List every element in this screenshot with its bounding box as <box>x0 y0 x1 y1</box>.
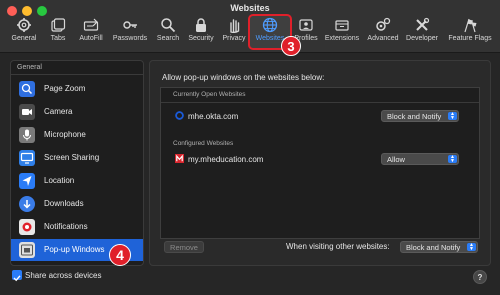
gears-icon <box>376 17 391 31</box>
tab-label: Passwords <box>112 35 148 42</box>
wrench-icon <box>416 17 430 31</box>
tab-label: Tabs <box>50 35 66 42</box>
sidebar-item-label: Pop-up Windows <box>44 245 105 254</box>
step-3-badge: 3 <box>281 36 301 56</box>
sidebar: General Page Zoom Camera Microphone Scre… <box>10 60 144 266</box>
site-name: mhe.okta.com <box>188 112 239 121</box>
other-websites-setting-select[interactable]: Block and Notify ▲ ▼ <box>400 241 478 253</box>
tab-label: Privacy <box>222 35 246 42</box>
location-icon <box>19 173 35 189</box>
tab-tabs[interactable]: Tabs <box>44 17 72 47</box>
configured-site-setting-select[interactable]: Allow ▲ ▼ <box>381 153 459 165</box>
sidebar-item-label: Location <box>44 176 75 185</box>
sidebar-item-location[interactable]: Location <box>11 170 143 192</box>
main-panel: Allow pop-up windows on the websites bel… <box>149 60 491 266</box>
screen-icon <box>19 150 35 166</box>
sidebar-item-label: Page Zoom <box>44 84 86 93</box>
sidebar-item-notifications[interactable]: Notifications <box>11 216 143 238</box>
site-row-configured[interactable]: my.mheducation.com <box>175 154 263 164</box>
tab-security[interactable]: Security <box>185 17 217 47</box>
share-across-devices-checkbox[interactable] <box>12 270 22 282</box>
site-name: my.mheducation.com <box>188 155 264 164</box>
chevron-updown-icon: ▲ ▼ <box>448 112 457 121</box>
sidebar-item-downloads[interactable]: Downloads <box>11 193 143 215</box>
other-websites-label: When visiting other websites: <box>286 242 390 251</box>
sidebar-item-label: Microphone <box>44 130 86 139</box>
mheducation-icon <box>175 154 184 163</box>
section-header-configured-websites: Configured Websites <box>173 140 234 147</box>
window-title: Websites <box>230 3 270 13</box>
safari-settings-window: Websites General Tabs AutoFill Passwords… <box>0 0 500 295</box>
tab-label: Advanced <box>367 35 399 42</box>
select-value: Block and Notify <box>406 243 461 252</box>
websites-table: Currently Open Websites mhe.okta.com Blo… <box>160 87 480 239</box>
sidebar-item-label: Screen Sharing <box>44 153 100 162</box>
profile-icon <box>299 19 313 31</box>
select-value: Allow <box>387 155 405 164</box>
magnifier-icon <box>161 18 176 33</box>
hand-icon <box>230 19 240 33</box>
flags-icon <box>464 18 477 33</box>
key-icon <box>123 21 137 29</box>
lock-icon <box>196 18 206 32</box>
chevron-updown-icon: ▲ ▼ <box>467 243 476 252</box>
sidebar-item-microphone[interactable]: Microphone <box>11 124 143 146</box>
sidebar-header: General <box>17 64 42 71</box>
sidebar-item-camera[interactable]: Camera <box>11 101 143 123</box>
sidebar-item-label: Camera <box>44 107 73 116</box>
tab-advanced[interactable]: Advanced <box>364 17 402 47</box>
popup-description: Allow pop-up windows on the websites bel… <box>162 73 325 82</box>
gear-icon <box>17 18 31 32</box>
tab-passwords[interactable]: Passwords <box>110 17 150 47</box>
tab-label: Search <box>156 35 180 42</box>
tab-autofill[interactable]: AutoFill <box>74 17 108 47</box>
remove-button[interactable]: Remove <box>164 241 204 253</box>
okta-icon <box>175 111 184 120</box>
tab-feature-flags[interactable]: Feature Flags <box>444 17 496 47</box>
tab-search[interactable]: Search <box>153 17 183 47</box>
title-bar: Websites General Tabs AutoFill Passwords… <box>0 0 500 56</box>
site-row-open[interactable]: mhe.okta.com <box>175 111 238 121</box>
tab-developer[interactable]: Developer <box>403 17 441 47</box>
sidebar-item-screen-sharing[interactable]: Screen Sharing <box>11 147 143 169</box>
popup-icon <box>19 242 35 258</box>
step-4-badge: 4 <box>109 244 131 266</box>
autofill-icon <box>83 18 99 31</box>
section-divider <box>161 102 479 103</box>
tab-label: General <box>11 35 37 42</box>
section-header-open-websites: Currently Open Websites <box>173 91 246 98</box>
share-across-devices-label: Share across devices <box>25 271 102 280</box>
tab-label: Feature Flags <box>448 35 492 42</box>
chevron-updown-icon: ▲ ▼ <box>448 155 457 164</box>
checkmark-icon <box>13 275 21 282</box>
tab-label: AutoFill <box>79 35 103 42</box>
open-site-setting-select[interactable]: Block and Notify ▲ ▼ <box>381 110 459 122</box>
tab-label: Security <box>188 35 214 42</box>
puzzle-icon <box>335 20 349 31</box>
download-icon <box>19 196 35 212</box>
help-button[interactable]: ? <box>473 270 487 284</box>
sidebar-item-page-zoom[interactable]: Page Zoom <box>11 78 143 100</box>
tab-label: Extensions <box>324 35 360 42</box>
sidebar-item-label: Downloads <box>44 199 84 208</box>
globe-icon <box>262 17 278 33</box>
camera-icon <box>19 104 35 120</box>
zoom-icon <box>19 81 35 97</box>
select-value: Block and Notify <box>387 112 442 121</box>
tab-general[interactable]: General <box>6 17 42 47</box>
microphone-icon <box>19 127 35 143</box>
tab-privacy[interactable]: Privacy <box>219 17 249 47</box>
bell-icon <box>19 219 35 235</box>
sidebar-divider <box>11 74 143 75</box>
sidebar-item-label: Notifications <box>44 222 88 231</box>
tabs-icon <box>51 18 66 32</box>
tab-extensions[interactable]: Extensions <box>322 17 362 47</box>
tab-label: Developer <box>406 35 438 42</box>
